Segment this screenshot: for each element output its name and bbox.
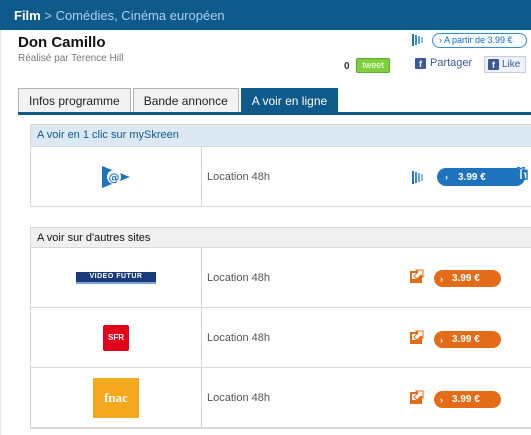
provider-logo-cell: fnac (31, 368, 202, 427)
page-left-border (0, 30, 1, 435)
fnac-logo[interactable]: fnac (93, 377, 139, 418)
facebook-icon: f (488, 59, 499, 70)
tweet-count: 0 (344, 61, 350, 72)
offer-row: SFR Location 48h › 3.99 € (31, 308, 531, 368)
myskreen-logo-icon (412, 171, 423, 184)
chevron-right-icon: › (445, 172, 448, 182)
tab-bande-annonce[interactable]: Bande annonce (132, 88, 239, 112)
offer-row: fnac Location 48h › 3.99 € (31, 368, 531, 428)
price-value: 3.99 € (452, 273, 480, 284)
director-credit: Réalisé par Terence Hill (18, 53, 124, 64)
section-heading: A voir sur d'autres sites (31, 228, 531, 248)
offer-label: Location 48h (207, 332, 270, 344)
offer-row: @ Location 48h › 3.99 € (31, 146, 531, 206)
myskreen-logo-icon (412, 34, 423, 46)
facebook-share-button[interactable]: f Partager (415, 57, 472, 69)
offer-row: VIDEO FUTUR Location 48h › 3.99 € (31, 248, 531, 308)
provider-logo-cell: VIDEO FUTUR (31, 248, 202, 307)
rent-price-button[interactable]: › 3.99 € (437, 168, 525, 186)
external-link-icon (410, 269, 424, 283)
tab-a-voir-en-ligne[interactable]: A voir en ligne (240, 88, 339, 112)
chevron-right-icon: › (440, 273, 443, 284)
offer-label: Location 48h (207, 272, 270, 284)
breadcrumb: Film > Comédies, Cinéma européen (0, 0, 531, 30)
facebook-icon: f (415, 57, 426, 69)
section-heading: A voir en 1 clic sur mySkreen (31, 125, 531, 146)
gift-icon[interactable] (514, 166, 528, 180)
tweet-button[interactable]: tweet (356, 58, 390, 73)
price-value: 3.99 € (452, 394, 480, 405)
breadcrumb-category-link[interactable]: Comédies, Cinéma européen (56, 8, 225, 23)
breadcrumb-separator: > (40, 8, 56, 23)
page-title: Don Camillo (18, 34, 106, 51)
offer-label: Location 48h (207, 392, 270, 404)
myskreen-section: A voir en 1 clic sur mySkreen @ Location… (30, 124, 531, 207)
facebook-like-button[interactable]: f Like (484, 56, 526, 73)
other-sites-section: A voir sur d'autres sites VIDEO FUTUR Lo… (30, 227, 531, 429)
offer-label: Location 48h (207, 171, 270, 183)
svg-text:@: @ (109, 171, 120, 184)
rent-price-button[interactable]: › 3.99 € (434, 270, 501, 287)
tab-underline (18, 112, 531, 115)
price-value: 3.99 € (452, 334, 480, 345)
price-from-button[interactable]: › A partir de 3.99 € (432, 33, 527, 48)
external-link-icon (410, 390, 424, 404)
sfr-logo[interactable]: SFR (103, 324, 129, 351)
rent-price-button[interactable]: › 3.99 € (434, 331, 501, 348)
chevron-right-icon: › (440, 394, 443, 405)
like-label: Like (502, 59, 521, 70)
price-value: 3.99 € (458, 171, 486, 183)
provider-logo-cell: @ (31, 147, 202, 206)
tab-bar: Infos programme Bande annonce A voir en … (18, 88, 340, 112)
breadcrumb-film-link[interactable]: Film (14, 8, 41, 23)
myskreen-logo-icon[interactable]: @ (98, 162, 134, 192)
videofutur-logo[interactable]: VIDEO FUTUR (76, 271, 156, 284)
provider-logo-cell: SFR (31, 308, 202, 367)
tab-infos-programme[interactable]: Infos programme (18, 88, 131, 112)
external-link-icon (410, 330, 424, 344)
chevron-right-icon: › (440, 334, 443, 345)
share-label: Partager (430, 57, 473, 69)
rent-price-button[interactable]: › 3.99 € (434, 391, 501, 408)
